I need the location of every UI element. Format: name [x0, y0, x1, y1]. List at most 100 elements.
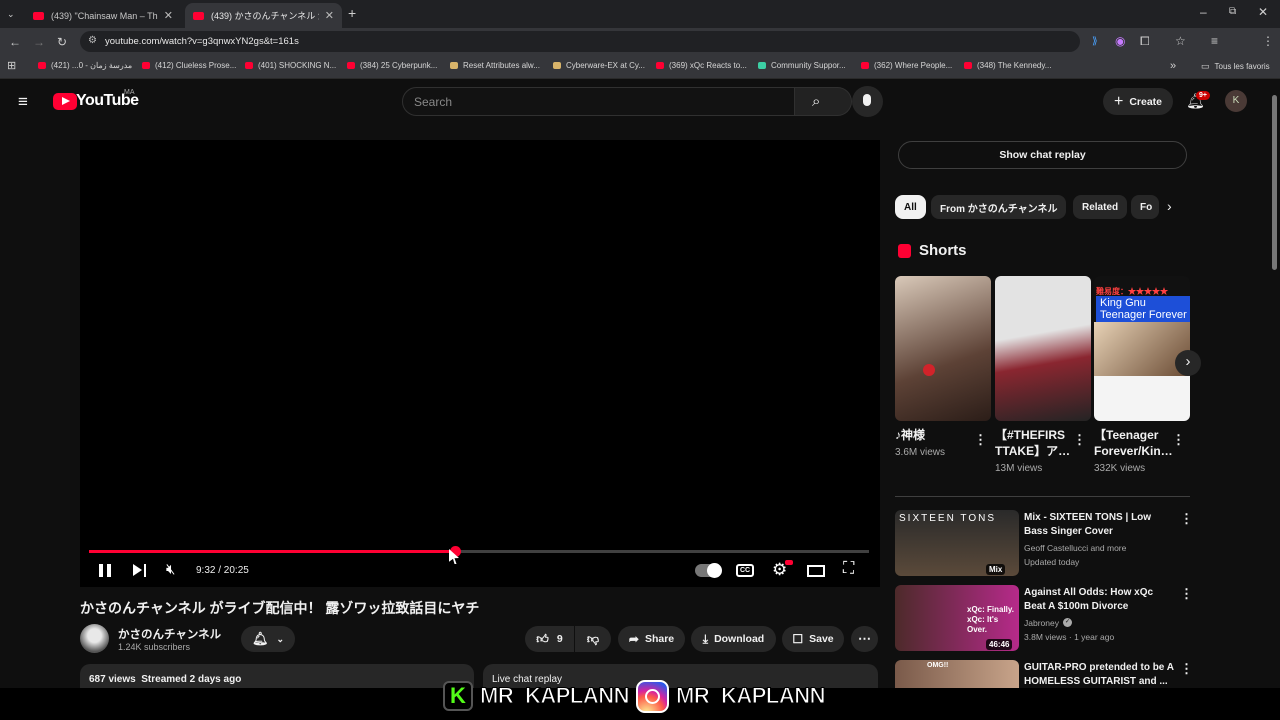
short-thumbnail-2[interactable] — [995, 276, 1091, 421]
download-button[interactable]: ⤓ Download — [691, 626, 776, 652]
show-chat-replay-button[interactable]: Show chat replay — [898, 141, 1187, 169]
reload-icon[interactable]: ↻ — [57, 36, 67, 48]
chip-all[interactable]: All — [895, 195, 926, 219]
related-title-1[interactable]: Mix - SIXTEEN TONS | Low Bass Singer Cov… — [1024, 511, 1174, 539]
video-menu-icon[interactable]: ⋮ — [1180, 662, 1193, 675]
short-thumb-text-2: King Gnu — [1100, 297, 1146, 309]
close-tab-icon[interactable]: ✕ — [325, 9, 334, 22]
tab-active-stream[interactable]: (439) かさのんチャンネル がライブ配 ✕ — [185, 3, 342, 28]
all-bookmarks-folder[interactable]: ▭ Tous les favoris — [1201, 61, 1270, 72]
youtube-logo-icon[interactable] — [53, 93, 77, 110]
short-views-2: 13M views — [995, 463, 1043, 474]
pause-icon[interactable] — [99, 564, 103, 577]
channel-name[interactable]: かさのんチャンネル — [118, 626, 221, 642]
bookmark-item[interactable]: (401) SHOCKING N... — [245, 61, 336, 70]
bookmark-item[interactable]: Cyberware-EX at Cy... — [553, 61, 645, 70]
captions-cc-icon[interactable]: CC — [736, 564, 754, 577]
community-favicon-icon — [758, 62, 766, 69]
short-thumb-tab-sheet — [1094, 376, 1190, 421]
reading-list-icon[interactable]: ≡ — [1211, 35, 1218, 47]
related-channel-1[interactable]: Geoff Castellucci and more — [1024, 543, 1126, 553]
fullscreen-icon[interactable]: ⛶ — [843, 560, 854, 578]
progress-bar[interactable] — [89, 546, 869, 557]
chip-partial[interactable]: Fo — [1131, 195, 1159, 219]
bookmark-item[interactable]: (369) xQc Reacts to... — [656, 61, 747, 70]
favorites-icon[interactable]: ☆ — [1175, 35, 1186, 47]
autoplay-knob-play-icon — [707, 563, 722, 578]
time-display: 9:32 / 20:25 — [196, 565, 249, 576]
subscription-bell-button[interactable]: 🔔︎ ⌄ — [241, 626, 295, 652]
dislike-button[interactable]: 👎︎ — [575, 626, 611, 652]
scrollbar-thumb[interactable] — [1272, 95, 1277, 270]
related-channel-2[interactable]: Jabroney — [1024, 618, 1059, 628]
like-button[interactable]: 👍︎ 9 — [525, 626, 574, 652]
related-title-3[interactable]: GUITAR-PRO pretended to be A HOMELESS GU… — [1024, 661, 1174, 689]
instagram-logo-icon — [636, 680, 669, 713]
close-window-icon[interactable]: ✕ — [1258, 6, 1268, 18]
instagram-lens-icon — [645, 689, 660, 704]
bookmark-item[interactable]: (362) Where People... — [861, 61, 952, 70]
related-title-2[interactable]: Against All Odds: How xQc Beat A $100m D… — [1024, 586, 1174, 614]
short-thumbnail-1[interactable] — [895, 276, 991, 421]
close-tab-icon[interactable]: ✕ — [164, 9, 173, 22]
autoplay-toggle[interactable] — [695, 563, 722, 578]
browser-tab-bar: ⌄ (439) "Chainsaw Man – The Mo ✕ (439) か… — [0, 0, 1280, 28]
menu-kebab-icon[interactable]: ⋮ — [1262, 35, 1274, 47]
apps-grid-icon[interactable]: ⊞ — [7, 60, 16, 72]
bookmark-item[interactable]: Community Suppor... — [758, 61, 846, 70]
short-title-1[interactable]: ♪神様 — [895, 427, 925, 443]
plus-icon: + — [1113, 92, 1124, 110]
video-menu-icon[interactable]: ⋮ — [1180, 587, 1193, 600]
chevron-right-icon[interactable]: › — [1167, 198, 1172, 214]
view-count-date: 687 views Streamed 2 days ago — [89, 674, 242, 685]
extension-shield-icon[interactable]: ◉ — [1115, 35, 1125, 47]
extensions-puzzle-icon[interactable]: ⧠ — [1140, 35, 1150, 47]
voice-search-button[interactable] — [852, 86, 883, 117]
site-info-icon[interactable]: ⚙ — [88, 35, 97, 46]
bookmark-item[interactable]: (412) Clueless Prose... — [142, 61, 236, 70]
hamburger-menu-icon[interactable]: ≡ — [18, 92, 28, 112]
bookmark-item[interactable]: مدرسة زمان - 0... (421) — [38, 61, 132, 70]
short-thumbnail-3[interactable]: 難易度：★★★★★ King Gnu Teenager Forever — [1094, 276, 1190, 421]
short-title-3b[interactable]: Forever/Kin… — [1094, 443, 1173, 459]
bookmark-item[interactable]: (384) 25 Cyberpunk... — [347, 61, 437, 70]
tab-chainsaw-man[interactable]: (439) "Chainsaw Man – The Mo ✕ — [25, 3, 181, 28]
more-bookmarks-icon[interactable]: » — [1170, 60, 1176, 72]
extension-icon[interactable]: ⟫ — [1092, 36, 1098, 48]
back-icon[interactable]: ← — [9, 36, 21, 48]
search-input[interactable]: Search — [402, 87, 795, 116]
youtube-favicon-icon — [193, 11, 204, 20]
channel-avatar[interactable] — [80, 624, 109, 653]
short-title-2a[interactable]: 【#THEFIRS — [995, 427, 1065, 443]
shorts-next-arrow-icon[interactable]: › — [1175, 350, 1201, 376]
theater-mode-icon[interactable] — [807, 565, 825, 577]
address-bar[interactable]: ⚙ youtube.com/watch?v=g3qnwxYN2gs&t=161s — [80, 31, 1080, 52]
pause-icon-bar — [107, 564, 111, 577]
next-video-icon[interactable] — [133, 564, 142, 576]
short-title-2b[interactable]: TTAKE】ア… — [995, 443, 1070, 459]
short-menu-icon[interactable]: ⋮ — [1172, 433, 1185, 446]
tab-search-icon[interactable]: ⌄ — [7, 8, 15, 20]
new-tab-icon[interactable]: + — [348, 6, 356, 20]
search-button[interactable]: ⌕ — [795, 87, 852, 116]
chip-related[interactable]: Related — [1073, 195, 1128, 219]
more-actions-button[interactable]: ⋯ — [851, 626, 878, 652]
save-button[interactable]: ☐ Save — [782, 626, 844, 652]
chip-from-channel[interactable]: From かさのんチャンネル — [931, 195, 1067, 219]
share-button[interactable]: ➦ Share — [618, 626, 685, 652]
instagram-handle: MR_KAPLANN — [676, 683, 827, 709]
video-menu-icon[interactable]: ⋮ — [1180, 512, 1193, 525]
short-menu-icon[interactable]: ⋮ — [974, 433, 987, 446]
create-button[interactable]: + Create — [1103, 88, 1173, 115]
bookmark-item[interactable]: Reset Attributes alw... — [450, 61, 540, 70]
account-avatar[interactable]: K — [1225, 90, 1247, 112]
forward-icon[interactable]: → — [33, 36, 45, 48]
bookmark-item[interactable]: (348) The Kennedy... — [964, 61, 1051, 70]
short-menu-icon[interactable]: ⋮ — [1073, 433, 1086, 446]
page-scrollbar[interactable] — [1271, 85, 1278, 685]
minimize-icon[interactable]: – — [1200, 6, 1207, 18]
restore-icon[interactable]: ⧉ — [1229, 6, 1236, 18]
video-frame[interactable] — [353, 140, 604, 587]
muted-volume-icon[interactable]: 🔇︎ — [166, 561, 175, 578]
short-title-3a[interactable]: 【Teenager — [1094, 427, 1158, 443]
